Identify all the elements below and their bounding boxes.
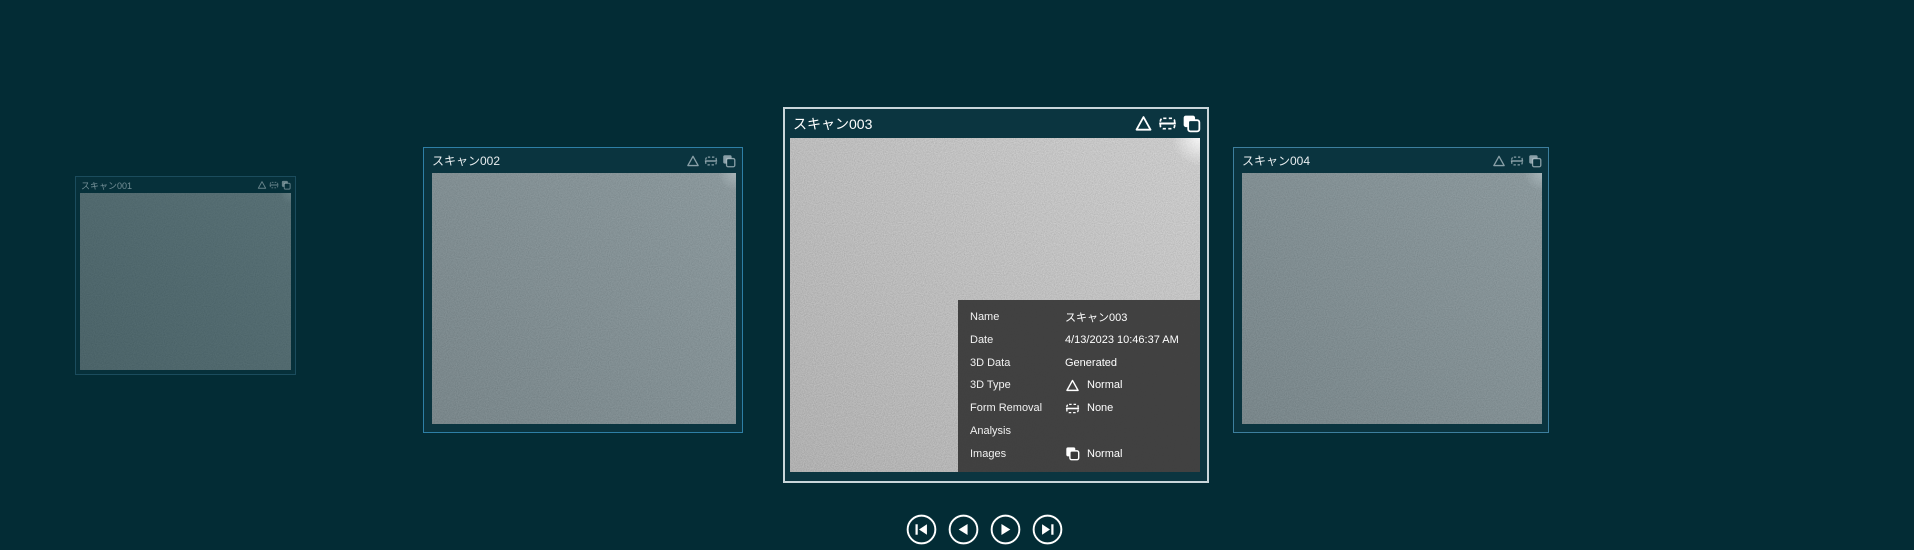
card-status-icons [1134,114,1207,133]
scan-carousel: スキャン001 スキャン002 スキャン003 Name スキャン003 Dat… [0,0,1914,550]
card-title: スキャン004 [1242,154,1311,168]
images-icon [1065,446,1080,461]
triangle-3d-type-icon [1065,378,1080,393]
card-header: スキャン004 [1234,148,1548,173]
form-removal-icon [1158,114,1177,133]
scan-card-003-active[interactable]: スキャン003 Name スキャン003 Date 4/13/2023 10:4… [783,107,1209,483]
scan-card-001[interactable]: スキャン001 [75,176,296,375]
images-icon [1182,114,1201,133]
card-header: スキャン002 [424,148,742,173]
scan-thumbnail[interactable] [432,173,736,424]
card-status-icons [686,154,742,168]
scan-info-panel: Name スキャン003 Date 4/13/2023 10:46:37 AM … [958,300,1200,472]
images-icon [722,154,736,168]
form-removal-icon [1510,154,1524,168]
info-label: Analysis [970,425,1011,438]
form-removal-icon [269,180,279,190]
info-value: スキャン003 [1065,312,1128,324]
info-row-name: Name スキャン003 [970,308,1190,326]
info-value: Normal [1065,378,1122,393]
images-icon [281,180,291,190]
info-value: 4/13/2023 10:46:37 AM [1065,333,1179,346]
info-row-analysis: Analysis [970,422,1190,440]
info-label: 3D Data [970,356,1011,369]
info-value: Generated [1065,356,1117,369]
info-row-3d-type: 3D Type Normal [970,376,1190,394]
info-value: None [1065,401,1113,416]
triangle-3d-type-icon [257,180,267,190]
form-removal-icon [704,154,718,168]
card-title: スキャン003 [793,115,873,132]
card-header: スキャン001 [76,177,295,193]
first-scan-button[interactable] [906,514,937,545]
info-row-images: Images Normal [970,445,1190,463]
form-removal-icon [1065,401,1080,416]
card-status-icons [1492,154,1548,168]
previous-icon [948,514,979,545]
scan-card-002[interactable]: スキャン002 [423,147,743,433]
scan-card-004[interactable]: スキャン004 [1233,147,1549,433]
scan-thumbnail[interactable] [1242,173,1542,424]
card-title: スキャン002 [432,154,501,168]
thumbnail-dim-overlay [432,173,736,424]
card-status-icons [257,180,295,190]
card-title: スキャン001 [81,180,133,191]
triangle-3d-type-icon [1134,114,1153,133]
scan-thumbnail[interactable] [80,193,291,370]
thumbnail-dim-overlay [80,193,291,370]
info-label: Images [970,447,1007,460]
info-label: Form Removal [970,402,1043,415]
thumbnail-dim-overlay [1242,173,1542,424]
info-row-3d-data: 3D Data Generated [970,354,1190,372]
info-label: 3D Type [970,379,1011,392]
info-label: Date [970,333,994,346]
skip-to-last-icon [1032,514,1063,545]
next-icon [990,514,1021,545]
images-icon [1528,154,1542,168]
triangle-3d-type-icon [686,154,700,168]
next-scan-button[interactable] [990,514,1021,545]
card-header: スキャン003 [785,109,1207,138]
info-label: Name [970,311,1000,323]
previous-scan-button[interactable] [948,514,979,545]
last-scan-button[interactable] [1032,514,1063,545]
info-value: Normal [1065,446,1122,461]
triangle-3d-type-icon [1492,154,1506,168]
skip-to-first-icon [906,514,937,545]
info-row-date: Date 4/13/2023 10:46:37 AM [970,331,1190,349]
info-row-form-removal: Form Removal None [970,399,1190,417]
